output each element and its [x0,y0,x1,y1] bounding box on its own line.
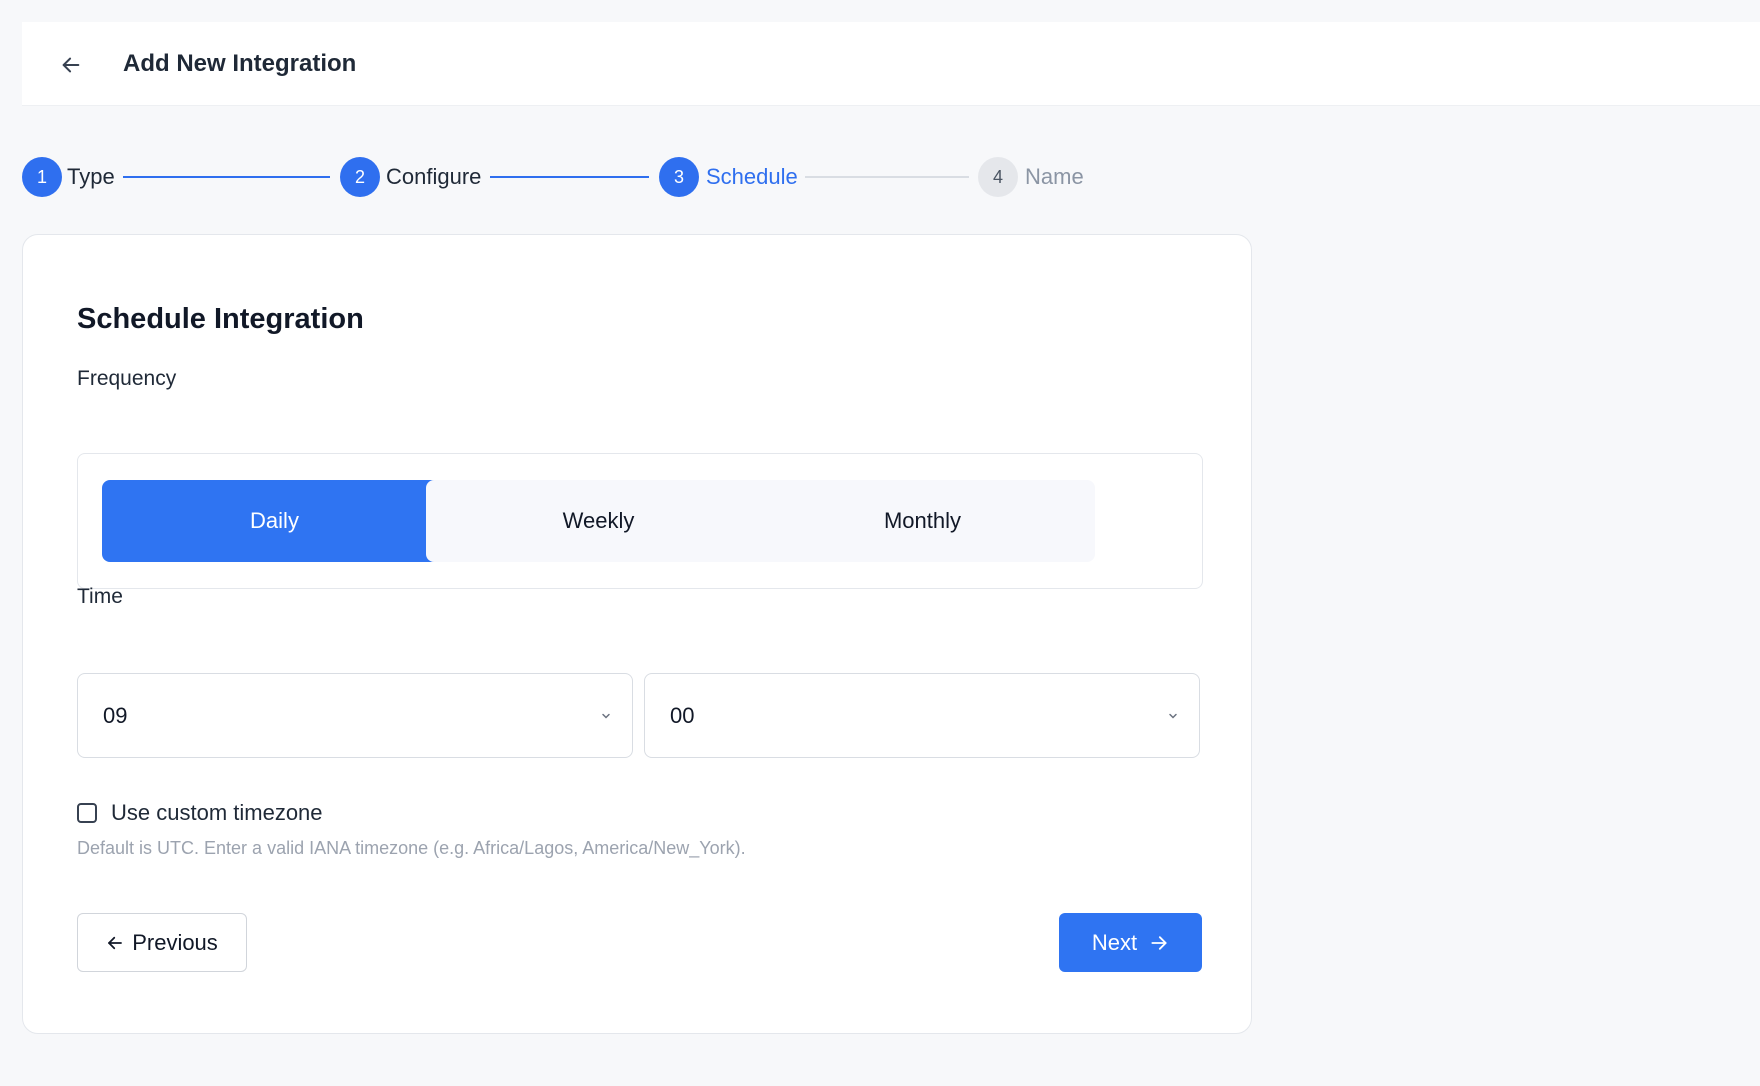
step-2-circle: 2 [340,157,380,197]
arrow-left-icon [108,936,123,949]
previous-button[interactable]: Previous [77,913,247,972]
frequency-daily-button[interactable]: Daily [102,480,447,562]
step-connector-2 [490,176,649,178]
frequency-label: Frequency [77,367,177,390]
hour-value: 09 [103,702,128,728]
back-button[interactable] [58,52,84,78]
step-3-circle: 3 [659,157,699,197]
step-connector-3 [805,176,969,178]
card-title: Schedule Integration [77,303,364,335]
step-3-label: Schedule [706,164,798,189]
arrow-left-icon [62,57,80,73]
frequency-monthly-button[interactable]: Monthly [750,480,1095,562]
arrow-right-icon [1151,935,1167,950]
previous-label: Previous [132,929,218,955]
timezone-hint: Default is UTC. Enter a valid IANA timez… [77,838,746,858]
schedule-card: Schedule Integration Frequency Daily Wee… [22,234,1252,1034]
next-label: Next [1091,929,1138,955]
step-2-label: Configure [386,164,482,189]
hour-select[interactable]: 09 [77,673,633,758]
step-4-circle: 4 [978,157,1018,197]
custom-timezone-checkbox[interactable] [77,803,97,823]
step-1-circle: 1 [22,157,62,197]
frequency-selector: Daily Weekly Monthly [77,453,1203,589]
next-button[interactable]: Next [1059,913,1202,972]
page-title: Add New Integration [123,50,357,77]
minute-select[interactable]: 00 [644,673,1200,758]
chevron-down-icon [602,713,610,719]
time-label: Time [77,585,123,608]
step-1-label: Type [67,164,115,189]
step-4-label: Name [1025,164,1084,189]
chevron-down-icon [1169,713,1177,719]
step-connector-1 [123,176,330,178]
custom-timezone-label[interactable]: Use custom timezone [111,800,323,826]
minute-value: 00 [670,702,695,728]
frequency-weekly-button[interactable]: Weekly [426,480,771,562]
page-header: Add New Integration [22,22,1760,106]
